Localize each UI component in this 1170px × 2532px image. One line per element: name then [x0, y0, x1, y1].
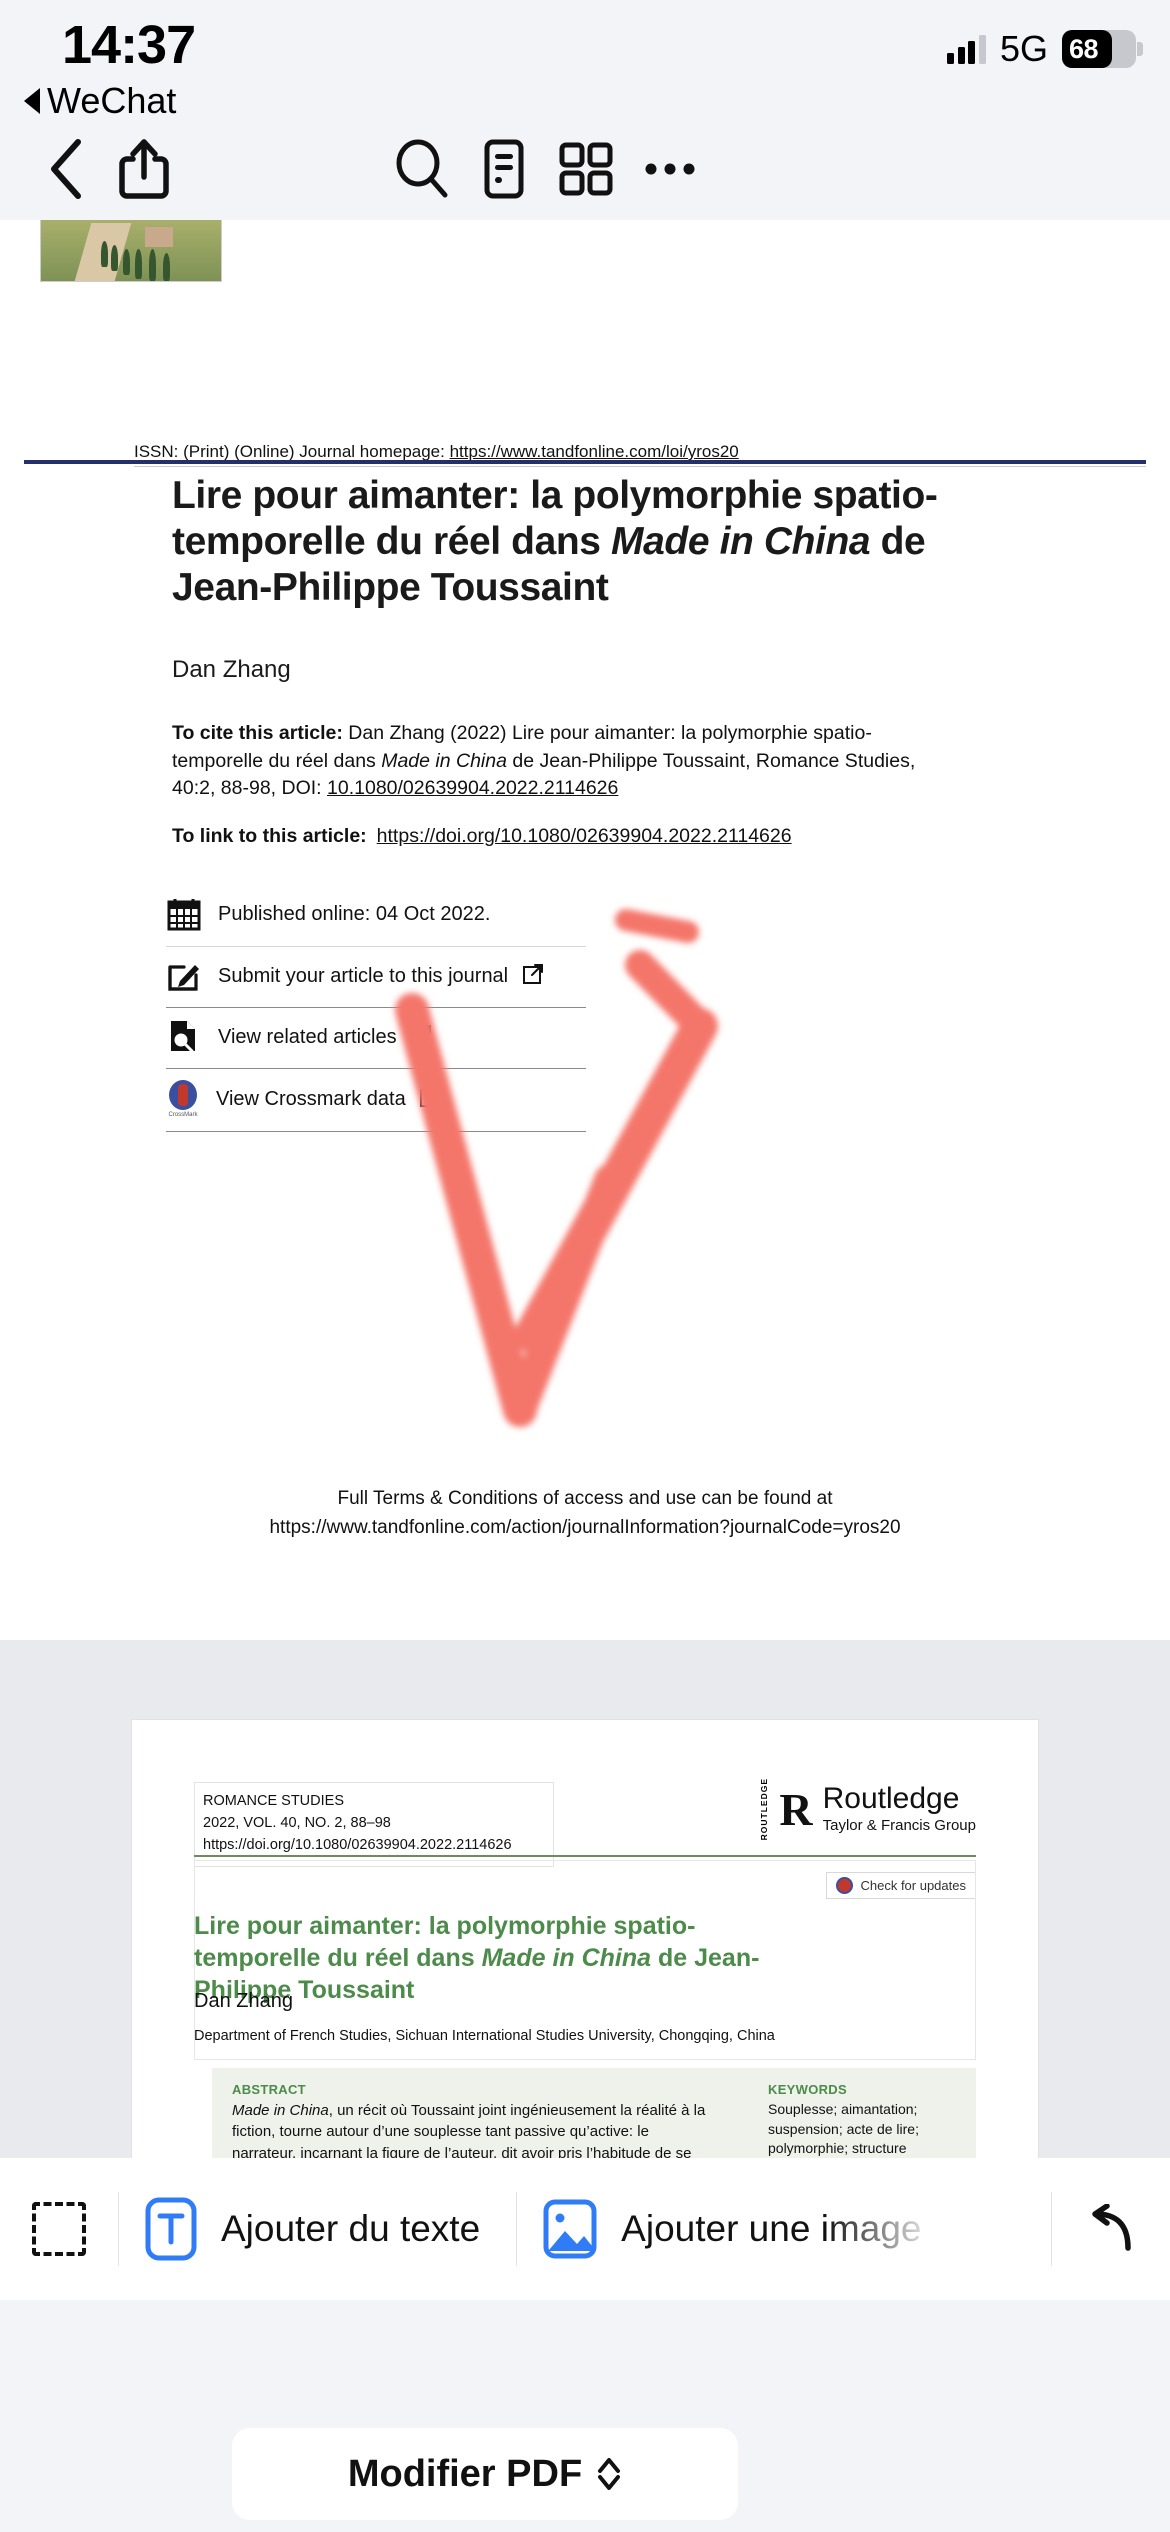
article-actions: Published online: 04 Oct 2022. Submit yo…: [166, 886, 766, 1132]
external-link-icon: [516, 963, 544, 987]
crossmark-icon: CrossMark: [166, 1079, 200, 1117]
share-button[interactable]: [96, 118, 192, 220]
crossmark-dot-icon: [836, 1877, 854, 1894]
journal-homepage-link[interactable]: https://www.tandfonline.com/loi/yros20: [450, 442, 739, 461]
keywords-heading: KEYWORDS: [768, 2082, 847, 2097]
status-indicators: 5G 68: [947, 28, 1143, 70]
add-image-icon: [541, 2198, 599, 2260]
top-toolbar: [0, 118, 1170, 220]
dashed-selection-icon: [32, 2202, 86, 2256]
doi-link[interactable]: https://doi.org/10.1080/02639904.2022.21…: [377, 825, 792, 847]
pdf-page-1[interactable]: ISSN: (Print) (Online) Journal homepage:…: [0, 220, 1170, 1640]
link-label: To link to this article:: [172, 825, 367, 847]
modify-pdf-button[interactable]: Modifier PDF: [232, 2428, 738, 2520]
related-articles-row[interactable]: View related articles: [166, 1008, 766, 1069]
back-to-app-label: WeChat: [47, 80, 177, 121]
undo-icon: [1082, 2204, 1140, 2254]
published-row: Published online: 04 Oct 2022.: [166, 886, 766, 947]
cite-label: To cite this article:: [172, 722, 343, 744]
published-date: Published online: 04 Oct 2022.: [218, 902, 491, 925]
submit-article-label: Submit your article to this journal: [218, 963, 544, 988]
undo-button[interactable]: [1056, 2158, 1166, 2300]
status-bar: 14:37 WeChat 5G 68: [0, 0, 1170, 121]
abstract-heading: ABSTRACT: [232, 2082, 306, 2097]
divider: [1051, 2192, 1052, 2266]
submit-article-row[interactable]: Submit your article to this journal: [166, 947, 766, 1008]
document-search-icon: [166, 1018, 202, 1054]
journal-name: ROMANCE STUDIES: [203, 1793, 344, 1809]
add-text-icon: [143, 2196, 199, 2262]
keywords-text: Souplesse; aimantation; suspension; acte…: [768, 2101, 919, 2157]
abstract-keywords-block: ABSTRACT Made in China, un récit où Tous…: [212, 2068, 976, 2158]
article-author: Dan Zhang: [172, 656, 291, 683]
article-title: Lire pour aimanter: la polymorphie spati…: [172, 473, 972, 611]
back-triangle-icon: [24, 88, 40, 114]
bottom-bar: Modifier PDF: [0, 2300, 1170, 2532]
header-rule-thin: [134, 466, 1146, 467]
publisher-name: Routledge: [822, 1782, 960, 1816]
related-articles-label: View related articles: [218, 1024, 432, 1049]
chevron-updown-icon: [596, 2455, 622, 2493]
footer-line-1: Full Terms & Conditions of access and us…: [337, 1488, 833, 1509]
signal-bars-icon: [947, 34, 986, 64]
abstract-italic-title: Made in China: [232, 2102, 329, 2119]
status-time: 14:37: [62, 15, 196, 75]
external-link-icon: [405, 1024, 433, 1048]
pdf-scroll-area[interactable]: ISSN: (Print) (Online) Journal homepage:…: [0, 220, 1170, 2158]
crossmark-label: View Crossmark data: [216, 1086, 441, 1111]
abstract-text: Made in China, un récit où Toussaint joi…: [232, 2100, 712, 2158]
more-button[interactable]: [622, 118, 718, 220]
page2-affiliation: Department of French Studies, Sichuan In…: [194, 2028, 775, 2044]
check-for-updates-label: Check for updates: [860, 1878, 966, 1893]
add-text-button[interactable]: Ajouter du texte: [119, 2158, 480, 2300]
network-type-label: 5G: [999, 28, 1048, 69]
journal-issue: 2022, VOL. 40, NO. 2, 88–98: [203, 1814, 391, 1831]
publisher-group: Taylor & Francis Group: [822, 1817, 976, 1835]
battery-icon: 68: [1062, 30, 1143, 68]
header-rule: [24, 460, 1146, 464]
citation-block: To cite this article: Dan Zhang (2022) L…: [172, 720, 962, 803]
modify-pdf-label: Modifier PDF: [347, 2452, 583, 2495]
battery-percent: 68: [1069, 33, 1099, 64]
edit-toolbar: Ajouter du texte Ajouter une image: [0, 2158, 1170, 2300]
article-title-italic: Made in China: [611, 520, 871, 564]
journal-doi: https://doi.org/10.1080/02639904.2022.21…: [203, 1836, 512, 1853]
cite-italic: Made in China: [381, 749, 507, 772]
issn-line: ISSN: (Print) (Online) Journal homepage:…: [134, 442, 1170, 472]
page2-author: Dan Zhang: [194, 1990, 293, 2012]
crossmark-row[interactable]: CrossMark View Crossmark data: [166, 1069, 766, 1132]
svg-text:CrossMark: CrossMark: [168, 1112, 198, 1117]
thumbnails-button[interactable]: [538, 118, 634, 220]
journal-cover-thumbnail: [40, 220, 222, 282]
pdf-page-2[interactable]: ROMANCE STUDIES 2022, VOL. 40, NO. 2, 88…: [132, 1720, 1038, 2158]
routledge-mark: R: [779, 1783, 813, 1835]
p2-title-italic: Made in China: [481, 1944, 652, 1972]
routledge-logo: ROUTLEDGE R Routledge Taylor & Francis G…: [759, 1778, 976, 1840]
issn-label: ISSN: (Print) (Online) Journal homepage:: [134, 442, 450, 461]
back-to-app-link[interactable]: WeChat: [24, 80, 176, 122]
footer-line-2: https://www.tandfonline.com/action/journ…: [269, 1516, 901, 1538]
page2-rule: [194, 1855, 976, 1857]
add-image-button[interactable]: Ajouter une image: [517, 2158, 921, 2300]
calendar-icon: [166, 896, 202, 932]
external-link-icon: [414, 1086, 442, 1110]
cite-doi-link[interactable]: 10.1080/02639904.2022.2114626: [327, 777, 618, 799]
pencil-square-icon: [166, 957, 202, 993]
select-area-button[interactable]: [0, 2158, 118, 2300]
link-block: To link to this article: https://doi.org/…: [172, 825, 972, 848]
routledge-vertical-label: ROUTLEDGE: [759, 1778, 770, 1841]
add-image-label: Ajouter une image: [621, 2208, 922, 2249]
check-for-updates-badge[interactable]: Check for updates: [826, 1872, 976, 1899]
page1-footer: Full Terms & Conditions of access and us…: [0, 1485, 1170, 1542]
add-text-label: Ajouter du texte: [221, 2208, 481, 2249]
